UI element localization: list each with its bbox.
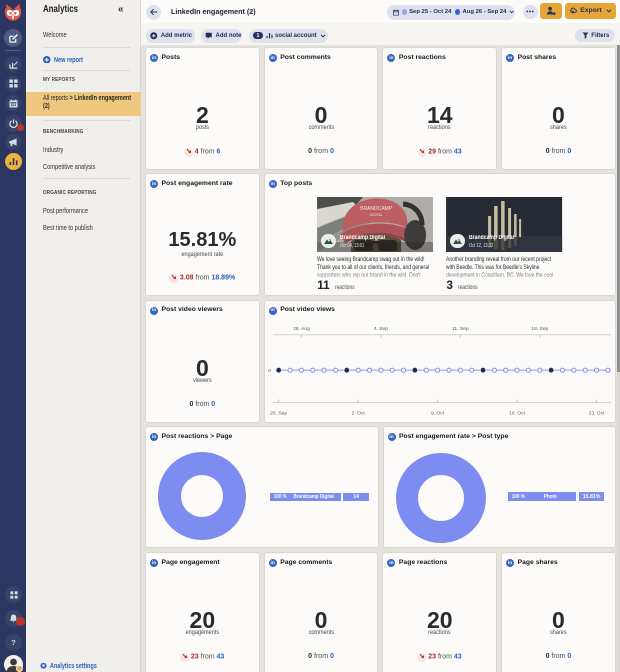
svg-text:11. Sep: 11. Sep	[452, 326, 469, 332]
svg-text:23. Oct: 23. Oct	[588, 410, 604, 416]
svg-text:25. Sep: 25. Sep	[270, 410, 287, 416]
svg-text:2. Oct: 2. Oct	[351, 410, 365, 416]
svg-text:BRANDCAMP: BRANDCAMP	[360, 206, 393, 212]
svg-text:?: ?	[11, 638, 16, 647]
svg-text:16. Oct: 16. Oct	[509, 410, 525, 416]
svg-text:0: 0	[268, 368, 271, 374]
svg-text:18. Sep: 18. Sep	[531, 326, 548, 332]
svg-text:4. Sep: 4. Sep	[374, 326, 388, 332]
svg-text:28. Aug: 28. Aug	[293, 326, 310, 332]
svg-text:9. Oct: 9. Oct	[431, 410, 445, 416]
svg-text:DIGITAL: DIGITAL	[370, 213, 383, 217]
